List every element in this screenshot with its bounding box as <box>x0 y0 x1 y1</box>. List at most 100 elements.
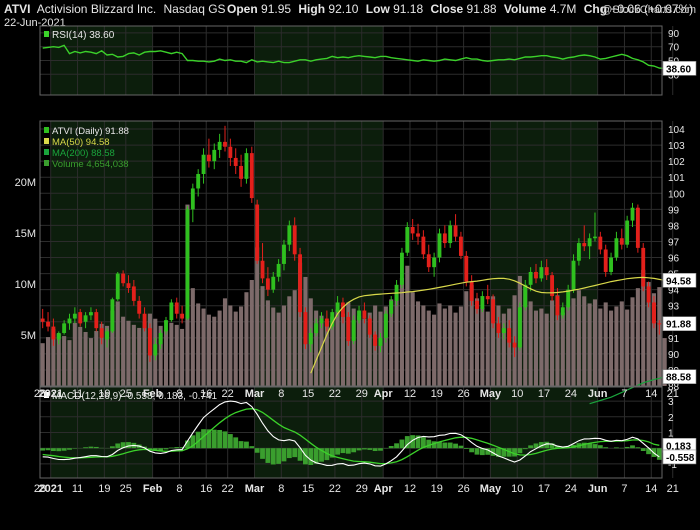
candle-body <box>212 149 217 162</box>
volume-bar <box>598 308 603 386</box>
candle-body <box>260 260 265 279</box>
candle-body <box>346 316 351 342</box>
price-legend-swatch <box>44 127 49 133</box>
candle-body <box>560 307 565 316</box>
candle-body <box>99 328 104 338</box>
macd-histogram-bar <box>442 442 448 449</box>
volume-bar <box>566 306 571 386</box>
macd-axis-tick-label: 1 <box>668 429 674 440</box>
volume-bar <box>357 315 362 386</box>
macd-histogram-bar <box>265 448 271 463</box>
volume-bar <box>550 300 555 386</box>
candle-body <box>164 320 168 332</box>
price-legend-item: MA(50) 94.58 <box>52 137 110 148</box>
candle-body <box>469 281 474 301</box>
candle-body <box>480 296 485 309</box>
macd-histogram-bar <box>227 434 233 449</box>
x-axis-label: 19 <box>431 483 443 495</box>
candle-body <box>223 141 227 147</box>
macd-histogram-bar <box>640 448 646 452</box>
macd-histogram-bar <box>244 441 249 449</box>
x-axis-label: 15 <box>302 388 314 400</box>
candle-body <box>534 271 538 279</box>
candle-body <box>507 328 512 343</box>
macd-histogram-bar <box>522 448 528 450</box>
candle-body <box>51 326 56 340</box>
volume-bar <box>212 316 217 386</box>
candle-body <box>421 236 426 255</box>
volume-bar <box>539 308 544 386</box>
x-axis-label: 14 <box>645 388 657 400</box>
volume-bar <box>228 305 233 386</box>
x-axis-label: 19 <box>98 483 110 495</box>
macd-histogram-bar <box>340 448 346 454</box>
macd-histogram-bar <box>40 448 46 451</box>
price-axis-tick-label: 91 <box>668 334 680 345</box>
x-axis-label: Mar <box>245 483 265 495</box>
candle-body <box>56 333 61 340</box>
candle-body <box>174 302 179 314</box>
volume-bar <box>255 247 260 386</box>
x-axis-label: 17 <box>538 388 550 400</box>
price-legend-swatch <box>44 138 49 144</box>
chart-canvas: 3050709088899091929394959697989910010110… <box>15 25 697 495</box>
volume-bar <box>190 288 195 386</box>
candle-body <box>271 276 276 290</box>
volume-bar <box>533 310 539 386</box>
candle-body <box>378 337 383 346</box>
volume-bar <box>222 298 228 386</box>
macd-histogram-bar <box>286 448 292 459</box>
candle-body <box>126 283 131 289</box>
candle-body <box>614 238 619 258</box>
candle-body <box>158 333 163 345</box>
rsi-axis-tick-label: 70 <box>668 43 680 54</box>
macd-histogram-bar <box>270 448 276 465</box>
candle-body <box>496 323 501 333</box>
volume-bar <box>217 310 222 386</box>
candle-body <box>89 312 93 316</box>
candle-body <box>228 146 233 158</box>
x-axis-label: 7 <box>621 483 627 495</box>
macd-histogram-bar <box>211 429 217 449</box>
x-axis-label: 22 <box>329 388 341 400</box>
candle-body <box>201 154 206 174</box>
candle-body <box>121 273 126 284</box>
volume-bar <box>335 309 340 386</box>
x-axis-label: 25 <box>120 388 132 400</box>
candle-body <box>416 233 420 237</box>
volume-bar <box>592 299 598 386</box>
volume-bar <box>276 312 281 386</box>
candle-body <box>528 271 533 285</box>
candle-body <box>635 207 640 248</box>
candle-body <box>239 165 244 179</box>
candle-body <box>609 257 613 272</box>
macd-histogram-bar <box>276 448 282 464</box>
macd-histogram-bar <box>233 437 239 449</box>
x-axis-label: 29 <box>356 388 368 400</box>
volume-bar <box>121 316 126 386</box>
price-axis-tick-label: 99 <box>668 205 680 216</box>
macd-axis-tick-label: 2 <box>668 413 674 424</box>
candle-body <box>351 320 356 342</box>
candle-body <box>448 225 453 244</box>
volume-bar <box>576 290 581 386</box>
volume-bar <box>233 311 238 386</box>
x-axis-label: 12 <box>404 388 416 400</box>
macd-histogram-bar <box>93 446 99 449</box>
volume-bar <box>163 329 169 386</box>
volume-bar <box>582 296 587 386</box>
volume-bar <box>587 303 592 386</box>
macd-histogram-bar <box>378 448 383 451</box>
candle-body <box>131 286 136 301</box>
macd-histogram-bar <box>592 444 598 449</box>
ma200-value-tag: 88.58 <box>666 373 691 384</box>
candle-body <box>501 328 506 333</box>
candle-body <box>110 299 115 332</box>
price-axis-tick-label: 100 <box>668 189 685 200</box>
price-legend-item: ATVI (Daily) 91.88 <box>52 126 129 137</box>
x-axis-label: May <box>480 388 502 400</box>
candle-body <box>292 225 297 255</box>
candle-body <box>244 153 249 179</box>
candle-body <box>646 286 651 303</box>
volume-bar <box>292 290 297 386</box>
